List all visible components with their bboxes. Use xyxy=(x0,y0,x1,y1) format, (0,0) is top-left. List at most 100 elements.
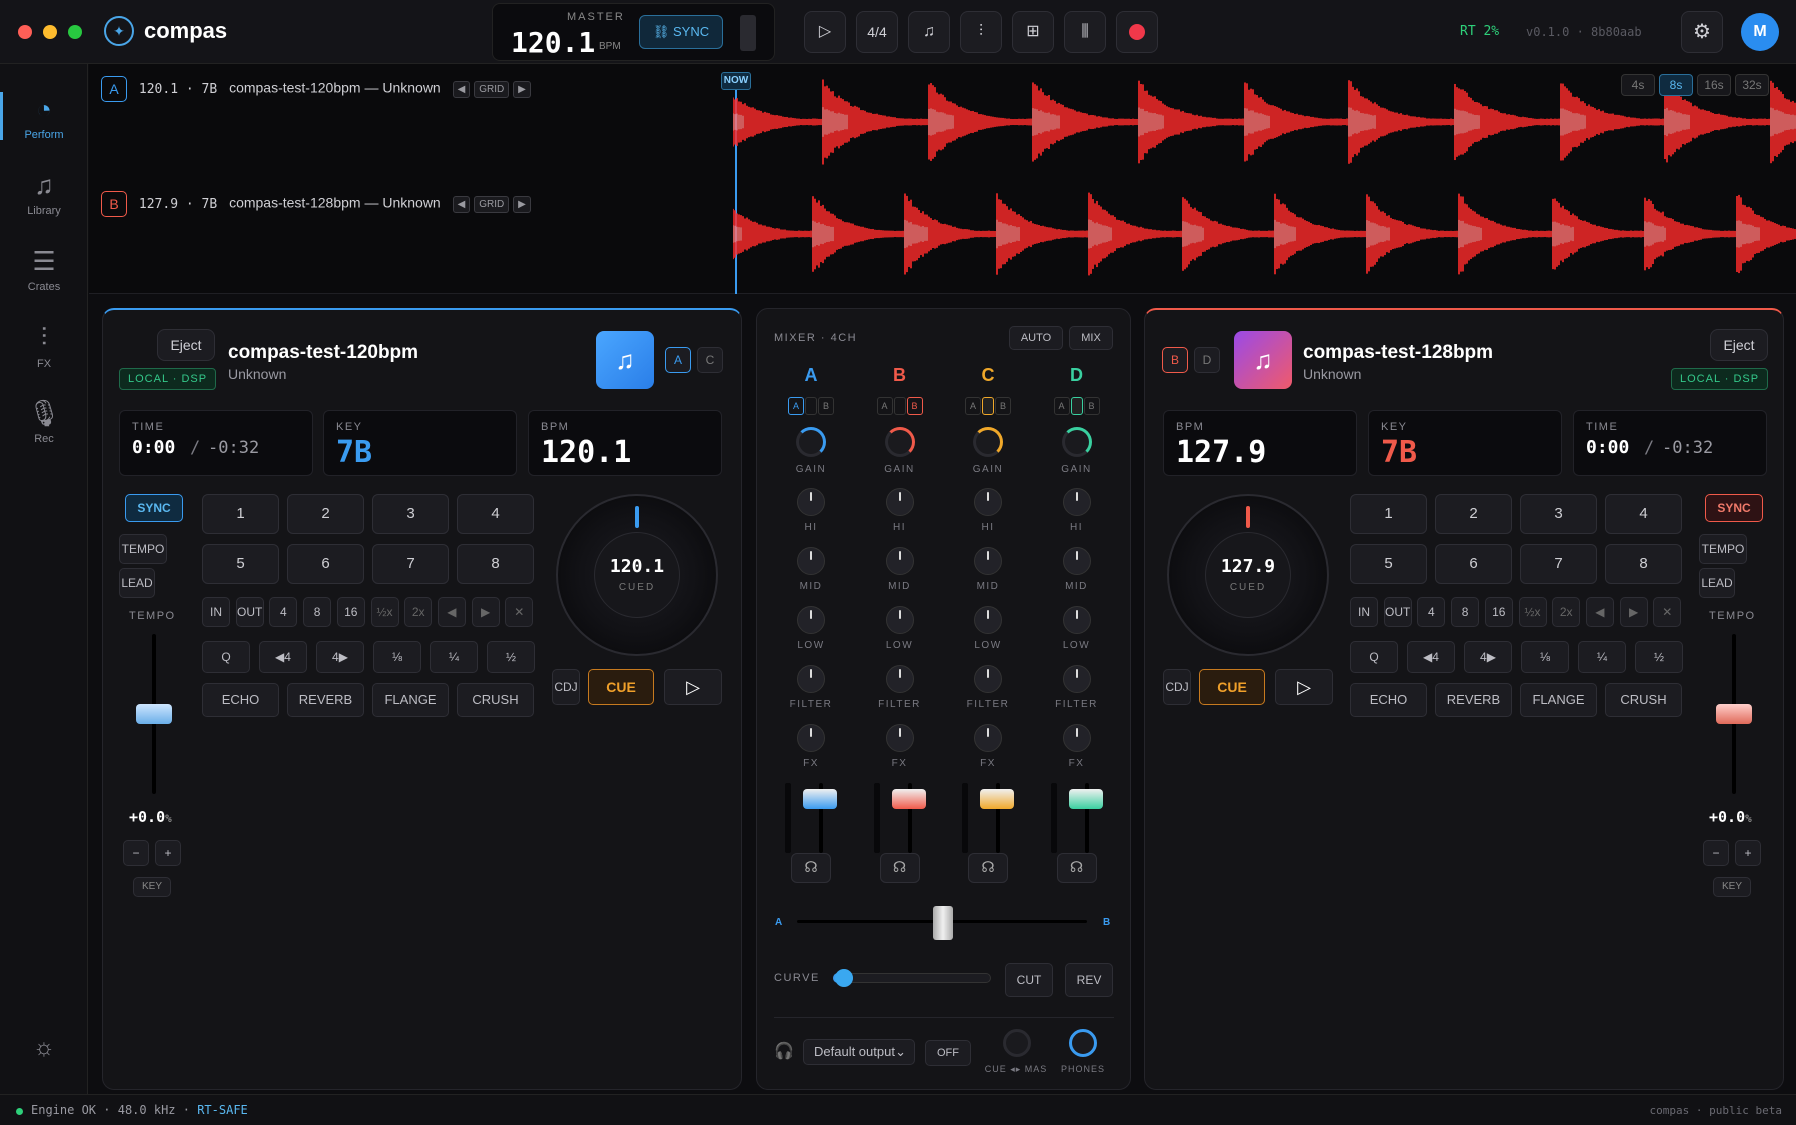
zoom-4s[interactable]: 4s xyxy=(1621,74,1655,96)
avatar[interactable]: M xyxy=(1741,13,1779,51)
cdj-mode-button[interactable]: CDJ xyxy=(1163,669,1191,705)
loop-forward-button[interactable]: ▶ xyxy=(1619,597,1648,627)
hot-cue-pad-4[interactable]: 4 xyxy=(1605,494,1682,534)
hot-cue-pad-3[interactable]: 3 xyxy=(1520,494,1597,534)
hot-cue-pad-7[interactable]: 7 xyxy=(372,544,449,584)
eq-mid-knob[interactable] xyxy=(1062,547,1091,575)
hot-cue-pad-2[interactable]: 2 xyxy=(287,494,364,534)
filter-knob[interactable] xyxy=(974,665,1002,693)
time-signature-button[interactable]: 4/4 xyxy=(856,11,898,53)
grid-right-button[interactable]: ▶ xyxy=(513,195,531,213)
cue-mix-knob[interactable] xyxy=(1003,1029,1031,1057)
gain-knob[interactable] xyxy=(796,427,826,457)
fx-send-knob[interactable] xyxy=(885,724,914,752)
eq-low-knob[interactable] xyxy=(885,606,914,634)
eq-mid-knob[interactable] xyxy=(885,547,914,575)
deck-select-a[interactable]: A xyxy=(665,347,691,373)
hot-cue-pad-4[interactable]: 4 xyxy=(457,494,534,534)
sync-button[interactable]: SYNC xyxy=(125,494,183,522)
loop-double-button[interactable]: 2x xyxy=(1552,597,1581,627)
jog-wheel[interactable]: 120.1 CUED xyxy=(556,494,718,656)
music-note-button[interactable]: ♫ xyxy=(908,11,950,53)
beatloop-quarter-button[interactable]: ¼ xyxy=(430,641,478,673)
cdj-mode-button[interactable]: CDJ xyxy=(552,669,580,705)
fx-echo-button[interactable]: ECHO xyxy=(1350,683,1427,717)
pitch-plus-button[interactable]: + xyxy=(155,840,181,866)
filter-knob[interactable] xyxy=(885,665,914,693)
beat-jump-forward-button[interactable]: 4▶ xyxy=(316,641,364,673)
fx-reverb-button[interactable]: REVERB xyxy=(1435,683,1512,717)
assign-b-button[interactable]: B xyxy=(995,397,1011,415)
hot-cue-pad-5[interactable]: 5 xyxy=(202,544,279,584)
waveform-deck-b[interactable] xyxy=(733,184,1796,284)
pitch-minus-button[interactable]: − xyxy=(123,840,149,866)
quantize-button[interactable]: Q xyxy=(202,641,250,673)
tempo-fader-handle[interactable] xyxy=(136,704,172,724)
master-sync-button[interactable]: ⛓ SYNC xyxy=(639,15,723,49)
curve-slider-handle[interactable] xyxy=(835,969,853,987)
cue-headphones-button[interactable]: ☊ xyxy=(879,853,920,883)
phones-volume-knob[interactable] xyxy=(1069,1029,1097,1057)
eq-low-knob[interactable] xyxy=(797,606,825,634)
hot-cue-pad-3[interactable]: 3 xyxy=(372,494,449,534)
assign-b-button[interactable]: B xyxy=(818,397,834,415)
eq-hi-knob[interactable] xyxy=(797,488,825,516)
assign-a-button[interactable]: A xyxy=(876,397,893,415)
record-button[interactable] xyxy=(1116,11,1158,53)
loop-4-button[interactable]: 4 xyxy=(269,597,298,627)
eq-low-knob[interactable] xyxy=(974,606,1002,634)
loop-out-button[interactable]: OUT xyxy=(1383,597,1412,627)
cue-button[interactable]: CUE xyxy=(588,669,654,705)
tempo-button[interactable]: TEMPO xyxy=(1699,534,1747,564)
hot-cue-pad-5[interactable]: 5 xyxy=(1350,544,1427,584)
output-off-button[interactable]: OFF xyxy=(925,1040,971,1066)
deck-select-b[interactable]: B xyxy=(1162,347,1188,373)
fx-send-knob[interactable] xyxy=(1062,724,1091,752)
beat-jump-back-button[interactable]: ◀4 xyxy=(1407,641,1455,673)
lead-button[interactable]: LEAD xyxy=(119,568,155,598)
grid-left-button[interactable]: ◀ xyxy=(452,80,471,98)
fx-flange-button[interactable]: FLANGE xyxy=(1520,683,1597,717)
fx-crush-button[interactable]: CRUSH xyxy=(457,683,534,717)
hot-cue-pad-2[interactable]: 2 xyxy=(1435,494,1512,534)
key-lock-button[interactable]: KEY xyxy=(133,877,171,897)
zoom-16s[interactable]: 16s xyxy=(1697,74,1731,96)
hot-cue-pad-1[interactable]: 1 xyxy=(1350,494,1427,534)
loop-double-button[interactable]: 2x xyxy=(404,597,433,627)
zoom-8s[interactable]: 8s xyxy=(1659,74,1693,96)
beatloop-quarter-button[interactable]: ¼ xyxy=(1578,641,1626,673)
fx-crush-button[interactable]: CRUSH xyxy=(1605,683,1682,717)
eq-mid-knob[interactable] xyxy=(797,547,825,575)
loop-out-button[interactable]: OUT xyxy=(235,597,264,627)
hot-cue-pad-6[interactable]: 6 xyxy=(287,544,364,584)
reverse-curve-button[interactable]: REV xyxy=(1065,963,1113,997)
channel-fader-handle[interactable] xyxy=(1068,789,1103,809)
beatloop-half-button[interactable]: ½ xyxy=(487,641,535,673)
fx-echo-button[interactable]: ECHO xyxy=(202,683,279,717)
loop-16-button[interactable]: 16 xyxy=(1484,597,1513,627)
assign-a-button[interactable]: A xyxy=(965,397,981,415)
cut-button[interactable]: CUT xyxy=(1005,963,1053,997)
output-select[interactable]: Default output ⌄ xyxy=(803,1039,915,1065)
loop-in-button[interactable]: IN xyxy=(1350,597,1378,627)
beat-jump-back-button[interactable]: ◀4 xyxy=(259,641,307,673)
curve-slider-track[interactable] xyxy=(833,973,991,983)
crossfader-assign-c[interactable]: AB xyxy=(965,397,1011,415)
settings-button[interactable]: ⚙ xyxy=(1681,11,1723,53)
grid-button[interactable]: GRID xyxy=(474,80,510,98)
auto-button[interactable]: AUTO xyxy=(1009,326,1063,350)
sidebar-item-rec[interactable]: 🎙 Rec xyxy=(0,398,88,445)
beat-jump-forward-button[interactable]: 4▶ xyxy=(1464,641,1512,673)
assign-thru-button[interactable] xyxy=(982,397,994,415)
filter-knob[interactable] xyxy=(797,665,825,693)
channel-fader-handle[interactable] xyxy=(803,789,837,809)
cue-headphones-button[interactable]: ☊ xyxy=(791,853,831,883)
lead-button[interactable]: LEAD xyxy=(1699,568,1735,598)
loop-back-button[interactable]: ◀ xyxy=(437,597,466,627)
deck-play-button[interactable]: ▷ xyxy=(1275,669,1333,705)
assign-thru-button[interactable] xyxy=(805,397,817,415)
quantize-button[interactable]: Q xyxy=(1350,641,1398,673)
minimize-window-button[interactable] xyxy=(43,25,57,39)
loop-8-button[interactable]: 8 xyxy=(1451,597,1480,627)
eq-low-knob[interactable] xyxy=(1062,606,1091,634)
